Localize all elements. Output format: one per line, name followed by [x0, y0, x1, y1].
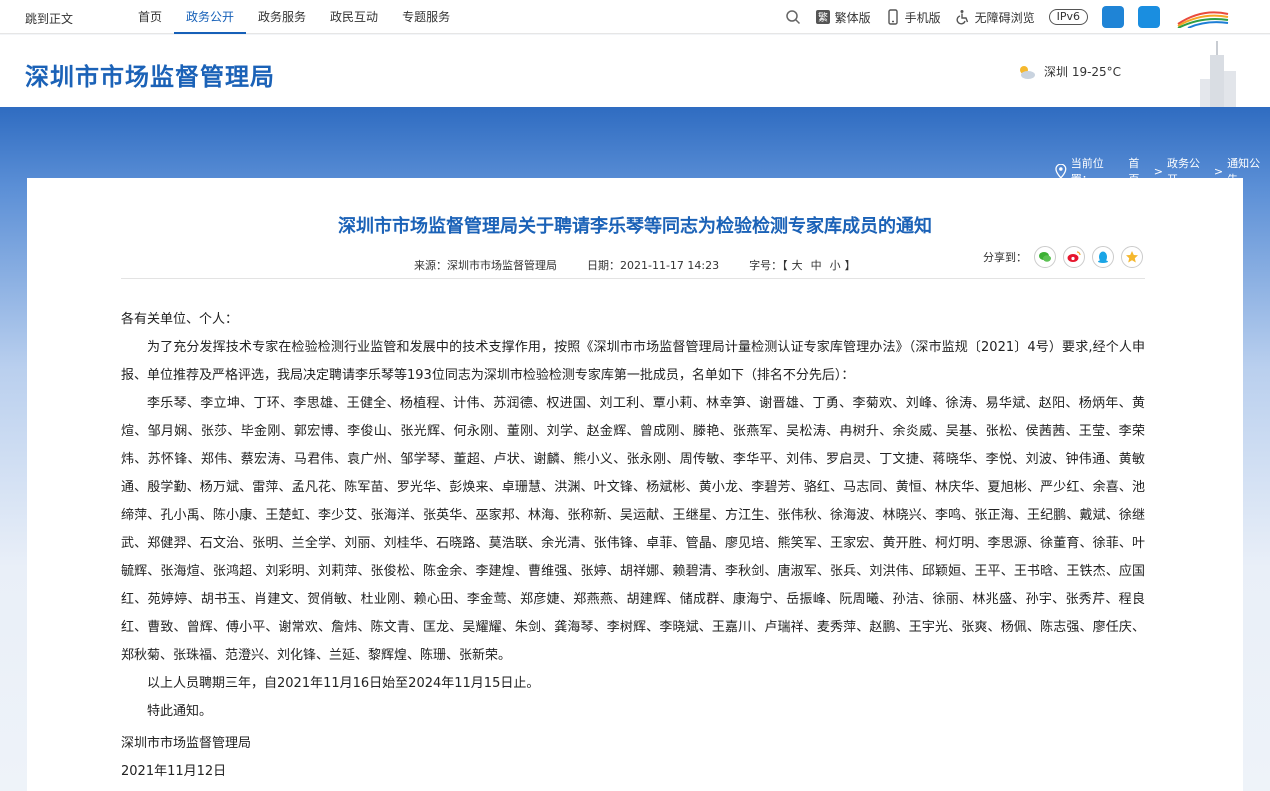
svg-text:繁: 繁 [818, 11, 828, 24]
signature-date: 2021年11月12日 [121, 764, 227, 779]
location-pin-icon [1055, 164, 1067, 178]
share-wechat-button[interactable] [1034, 246, 1056, 268]
accessibility-label: 无障碍浏览 [974, 10, 1035, 25]
star-icon [1126, 251, 1138, 263]
wheelchair-icon [956, 10, 968, 25]
date-label: 日期： [587, 259, 620, 272]
paragraph-name-list: 李乐琴、李立坤、丁环、李思雄、王健全、杨植程、计伟、苏润德、权进国、刘工利、覃小… [121, 396, 1145, 663]
date-meta: 日期：2021-11-17 14:23 [587, 257, 719, 273]
weather-widget: 深圳 19-25°C [1016, 63, 1121, 80]
share-label: 分享到： [983, 251, 1027, 264]
skip-to-content-link[interactable]: 跳到正文 [25, 10, 73, 27]
nav-public-interaction[interactable]: 政民互动 [318, 0, 390, 34]
traditional-chinese-link[interactable]: 繁 繁体版 [815, 9, 871, 26]
site-header: 深圳市市场监督管理局 深圳 19-25°C [0, 35, 1270, 107]
share-favorite-button[interactable] [1121, 246, 1143, 268]
skyline-building-icon [1200, 41, 1236, 107]
traditional-label: 繁体版 [834, 10, 871, 25]
service-app-icon[interactable] [1138, 6, 1160, 28]
breadcrumb-separator: > [1153, 164, 1163, 178]
weather-text: 深圳 19-25°C [1044, 65, 1122, 79]
mobile-version-link[interactable]: 手机版 [885, 9, 941, 26]
paragraph-closing: 特此通知。 [147, 704, 213, 719]
source-meta: 来源：深圳市市场监督管理局 [414, 257, 557, 273]
weibo-icon [1067, 251, 1081, 262]
top-utility-bar: 跳到正文 首页 政务公开 政务服务 政民互动 专题服务 繁 繁体版 手机版 无障… [0, 0, 1270, 34]
source-value: 深圳市市场监督管理局 [447, 259, 557, 272]
article-title: 深圳市市场监督管理局关于聘请李乐琴等同志为检验检测专家库成员的通知 [338, 216, 932, 237]
phone-icon [887, 9, 898, 25]
font-medium-button[interactable]: 中 [807, 259, 826, 272]
accessibility-link[interactable]: 无障碍浏览 [955, 9, 1035, 26]
date-value: 2021-11-17 14:23 [620, 259, 720, 272]
share-weibo-button[interactable] [1063, 246, 1085, 268]
search-button[interactable] [785, 9, 801, 25]
source-label: 来源： [414, 259, 447, 272]
article-card: 深圳市市场监督管理局关于聘请李乐琴等同志为检验检测专家库成员的通知 来源：深圳市… [27, 178, 1243, 791]
nav-home[interactable]: 首页 [126, 0, 174, 34]
wechat-icon [1039, 252, 1051, 262]
font-bracket-close: 】 [844, 259, 856, 272]
rainbow-logo-icon [1177, 11, 1229, 28]
qq-icon [1098, 251, 1108, 263]
toolbar: 繁 繁体版 手机版 无障碍浏览 IPv6 [785, 0, 1230, 34]
top-nav: 首页 政务公开 政务服务 政民互动 专题服务 [126, 0, 462, 34]
salutation: 各有关单位、个人： [121, 312, 239, 327]
breadcrumb-separator: > [1213, 164, 1224, 178]
paragraph-term: 以上人员聘期三年，自2021年11月16日始至2024年11月15日止。 [147, 676, 540, 691]
mobile-label: 手机版 [904, 10, 941, 25]
nav-special-services[interactable]: 专题服务 [390, 0, 462, 34]
cloudy-sun-icon [1020, 65, 1035, 79]
nav-government-affairs-open[interactable]: 政务公开 [174, 0, 247, 34]
search-icon [785, 10, 800, 25]
paragraph-intro: 为了充分发挥技术专家在检验检测行业监管和发展中的技术支撑作用，按照《深圳市市场监… [121, 340, 1145, 383]
title-divider [121, 278, 1145, 279]
font-size-label: 字号： [749, 259, 783, 272]
font-size-control: 字号：【大中小】 [749, 257, 856, 273]
font-small-button[interactable]: 小 [826, 259, 845, 272]
ipv6-badge: IPv6 [1048, 9, 1088, 25]
share-bar: 分享到： [983, 246, 1143, 268]
market-app-icon[interactable] [1102, 6, 1124, 28]
article-body: 各有关单位、个人： 为了充分发挥技术专家在检验检测行业监管和发展中的技术支撑作用… [121, 306, 1145, 786]
font-large-button[interactable]: 大 [788, 259, 807, 272]
traditional-icon: 繁 [815, 10, 830, 24]
share-qq-button[interactable] [1092, 246, 1114, 268]
nav-government-services[interactable]: 政务服务 [246, 0, 318, 34]
article-meta: 来源：深圳市市场监督管理局 日期：2021-11-17 14:23 字号：【大中… [414, 257, 856, 273]
signature-org: 深圳市市场监督管理局 [121, 736, 252, 751]
site-title[interactable]: 深圳市市场监督管理局 [25, 57, 275, 92]
font-bracket-open: 【 [782, 259, 788, 272]
